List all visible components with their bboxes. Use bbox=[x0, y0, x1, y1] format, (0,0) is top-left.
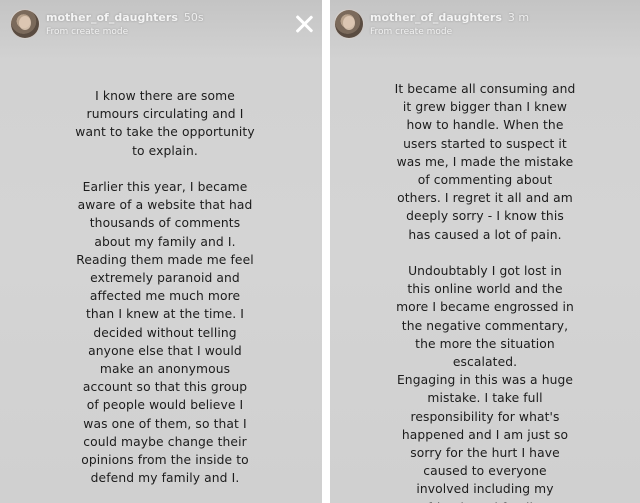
story-subtitle: From create mode bbox=[46, 27, 129, 37]
avatar[interactable] bbox=[334, 9, 364, 39]
story-header: mother_of_daughters 50s bbox=[46, 11, 204, 24]
username[interactable]: mother_of_daughters bbox=[370, 11, 502, 24]
story-panel-left[interactable]: mother_of_daughters 50s From create mode … bbox=[0, 0, 322, 503]
divider bbox=[322, 0, 330, 503]
username[interactable]: mother_of_daughters bbox=[46, 11, 178, 24]
avatar[interactable] bbox=[10, 9, 40, 39]
story-text: It became all consuming and it grew bigg… bbox=[394, 82, 576, 503]
story-text: I know there are some rumours circulatin… bbox=[75, 89, 255, 486]
avatar-face bbox=[343, 16, 355, 30]
avatar-face bbox=[19, 16, 31, 30]
close-icon[interactable] bbox=[294, 14, 314, 34]
story-panel-right[interactable]: mother_of_daughters 3 m From create mode … bbox=[330, 0, 640, 503]
story-subtitle: From create mode bbox=[370, 27, 453, 37]
post-time: 3 m bbox=[507, 11, 530, 24]
story-header: mother_of_daughters 3 m bbox=[370, 11, 529, 24]
post-time: 50s bbox=[183, 11, 204, 24]
